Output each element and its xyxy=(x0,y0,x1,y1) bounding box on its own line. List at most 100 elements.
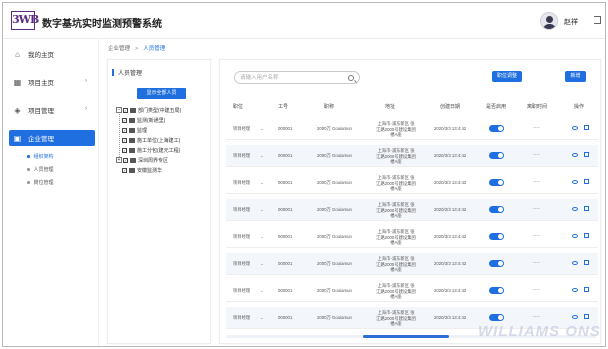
table-row[interactable]: 项目经理 ⌄ 000001 2000万 Gooiamun 上海市-浦东新区 张江路200… xyxy=(226,145,598,167)
logout-icon[interactable] xyxy=(594,16,601,24)
view-icon[interactable] xyxy=(572,288,578,292)
enabled-toggle[interactable] xyxy=(489,233,504,240)
watermark: WILLIAMS ONS xyxy=(478,323,601,340)
sidebar-item-label: 项目主页 xyxy=(28,80,54,87)
breadcrumb-parent[interactable]: 企业管理 xyxy=(108,46,130,52)
chevron-down-icon[interactable]: ⌄ xyxy=(260,234,264,240)
sidebar-item-project-home[interactable]: ▦ 项目主页 › xyxy=(9,74,95,90)
chevron-down-icon[interactable]: ⌄ xyxy=(260,288,264,294)
view-icon[interactable] xyxy=(572,126,578,130)
chevron-down-icon[interactable]: ⌄ xyxy=(260,261,264,267)
edit-icon[interactable] xyxy=(584,152,589,157)
edit-icon[interactable] xyxy=(584,179,589,184)
date-cell: 2020/3/3 13:4:42 xyxy=(434,288,467,293)
leave-time-cell: ---- xyxy=(533,287,540,293)
position-select[interactable]: 项目经理 xyxy=(233,207,250,213)
tree-node[interactable]: ✓ 施工分包(建元工程) xyxy=(122,146,180,154)
enabled-toggle[interactable] xyxy=(489,260,504,267)
tree-node[interactable]: + ✓ 深圳周界专区 xyxy=(116,156,168,164)
position-select[interactable]: 项目经理 xyxy=(233,234,250,240)
sidebar-sub-post[interactable]: 岗位管理 xyxy=(27,179,54,186)
table-row[interactable]: 项目经理 ⌄ 000001 2000万 Gooiamun 上海市-浦东新区 张江路200… xyxy=(226,199,598,221)
table-row[interactable]: 项目经理 ⌄ 000001 2000万 Gooiamun 上海市-浦东新区 张江路200… xyxy=(226,280,598,302)
checkbox[interactable]: ✓ xyxy=(122,167,127,173)
people-table-panel: 请输入用户名称 职位调整 新增 职位 工号 职称 地址 创建日期 是否启用 离职… xyxy=(219,59,601,344)
table-row[interactable]: 项目经理 ⌄ 000001 2000万 Gooiamun 上海市-浦东新区 张江路200… xyxy=(226,172,598,194)
position-select[interactable]: 项目经理 xyxy=(233,261,250,267)
show-all-people-button[interactable]: 显示全部人员 xyxy=(137,88,186,99)
sidebar-item-home[interactable]: ⌂ 我的主页 xyxy=(9,46,95,62)
enabled-toggle[interactable] xyxy=(489,125,504,132)
address-cell: 上海市-浦东新区 张江路2000号建设集团 楼A座 xyxy=(376,310,416,326)
position-select[interactable]: 项目经理 xyxy=(233,288,250,294)
collapse-icon[interactable]: − xyxy=(116,107,122,113)
chevron-down-icon[interactable]: ⌄ xyxy=(260,126,264,132)
tree-node[interactable]: ✓ 监理 xyxy=(122,126,147,134)
sidebar: ⌂ 我的主页 ▦ 项目主页 › ◈ 项目管理 › ▣ 企业管理 组织架构 人员管… xyxy=(3,39,99,346)
edit-icon[interactable] xyxy=(584,287,589,292)
enabled-toggle[interactable] xyxy=(489,206,504,213)
search-icon[interactable] xyxy=(348,74,354,81)
sidebar-sub-people[interactable]: 人员管理 xyxy=(27,166,54,173)
enabled-toggle[interactable] xyxy=(489,287,504,294)
tree-node[interactable]: ✓ 安徽监测华 xyxy=(122,166,162,174)
view-icon[interactable] xyxy=(572,180,578,184)
column-header: 创建日期 xyxy=(440,104,461,110)
table-row[interactable]: 项目经理 ⌄ 000001 2000万 Gooiamun 上海市-浦东新区 张江路200… xyxy=(226,253,598,275)
chevron-down-icon[interactable]: ⌄ xyxy=(260,180,264,186)
avatar[interactable] xyxy=(540,12,558,30)
column-header: 职称 xyxy=(324,104,335,110)
position-select[interactable]: 项目经理 xyxy=(233,153,250,159)
chevron-down-icon[interactable]: ⌄ xyxy=(260,315,264,321)
position-select[interactable]: 项目经理 xyxy=(233,126,250,132)
edit-icon[interactable] xyxy=(584,125,589,130)
edit-icon[interactable] xyxy=(584,233,589,238)
table-row[interactable]: 项目经理 ⌄ 000001 2000万 Gooiamun 上海市-浦东新区 张江路200… xyxy=(226,226,598,248)
position-select[interactable]: 项目经理 xyxy=(233,315,250,321)
checkbox[interactable]: ✓ xyxy=(123,107,128,113)
checkbox[interactable]: ✓ xyxy=(122,147,127,153)
sidebar-item-project-manage[interactable]: ◈ 项目管理 › xyxy=(9,102,95,118)
view-icon[interactable] xyxy=(572,207,578,211)
table-row[interactable]: 项目经理 ⌄ 000001 2000万 Gooiamun 上海市-浦东新区 张江路200… xyxy=(226,118,598,140)
tree-node[interactable]: − ✓ 部门类型(中建五局) xyxy=(116,106,181,114)
sidebar-item-enterprise[interactable]: ▣ 企业管理 xyxy=(9,130,95,146)
view-icon[interactable] xyxy=(572,153,578,157)
org-tree-panel: 人员管理 显示全部人员 − ✓ 部门类型(中建五局) ✓ 监测(新通里) ✓ 监… xyxy=(107,59,211,344)
title-cell: 2000万 Gooiamun xyxy=(317,126,352,131)
chevron-right-icon: › xyxy=(85,78,87,84)
tree-node[interactable]: ✓ 施工单位(上海建工) xyxy=(122,136,180,144)
expand-icon[interactable]: + xyxy=(116,157,122,163)
enabled-toggle[interactable] xyxy=(489,152,504,159)
grid-icon: ▦ xyxy=(13,77,22,87)
enabled-toggle[interactable] xyxy=(489,314,504,321)
enabled-toggle[interactable] xyxy=(489,179,504,186)
edit-icon[interactable] xyxy=(584,314,589,319)
chevron-right-icon: › xyxy=(85,106,87,112)
id-cell: 000001 xyxy=(278,261,293,266)
checkbox[interactable]: ✓ xyxy=(122,137,127,143)
title-cell: 2000万 Gooiamun xyxy=(317,234,352,239)
chevron-down-icon[interactable]: ⌄ xyxy=(260,153,264,159)
chevron-down-icon[interactable]: ⌄ xyxy=(260,207,264,213)
edit-icon[interactable] xyxy=(584,206,589,211)
assign-position-button[interactable]: 职位调整 xyxy=(492,71,522,82)
date-cell: 2020/3/3 13:4:42 xyxy=(434,180,467,185)
scrollbar-thumb[interactable] xyxy=(363,335,449,338)
edit-icon[interactable] xyxy=(584,260,589,265)
title-cell: 2000万 Gooiamun xyxy=(317,207,352,212)
view-icon[interactable] xyxy=(572,234,578,238)
username[interactable]: 赵祥 xyxy=(564,17,578,27)
tree-node[interactable]: ✓ 监测(新通里) xyxy=(122,116,165,124)
add-button[interactable]: 新增 xyxy=(565,71,586,82)
id-cell: 000001 xyxy=(278,153,293,158)
view-icon[interactable] xyxy=(572,261,578,265)
sidebar-sub-org[interactable]: 组织架构 xyxy=(27,153,54,160)
search-input[interactable]: 请输入用户名称 xyxy=(234,71,360,84)
checkbox[interactable]: ✓ xyxy=(122,127,127,133)
checkbox[interactable]: ✓ xyxy=(122,117,127,123)
date-cell: 2020/3/3 13:4:42 xyxy=(434,261,467,266)
view-icon[interactable] xyxy=(572,315,578,319)
position-select[interactable]: 项目经理 xyxy=(233,180,250,186)
checkbox[interactable]: ✓ xyxy=(123,157,128,163)
